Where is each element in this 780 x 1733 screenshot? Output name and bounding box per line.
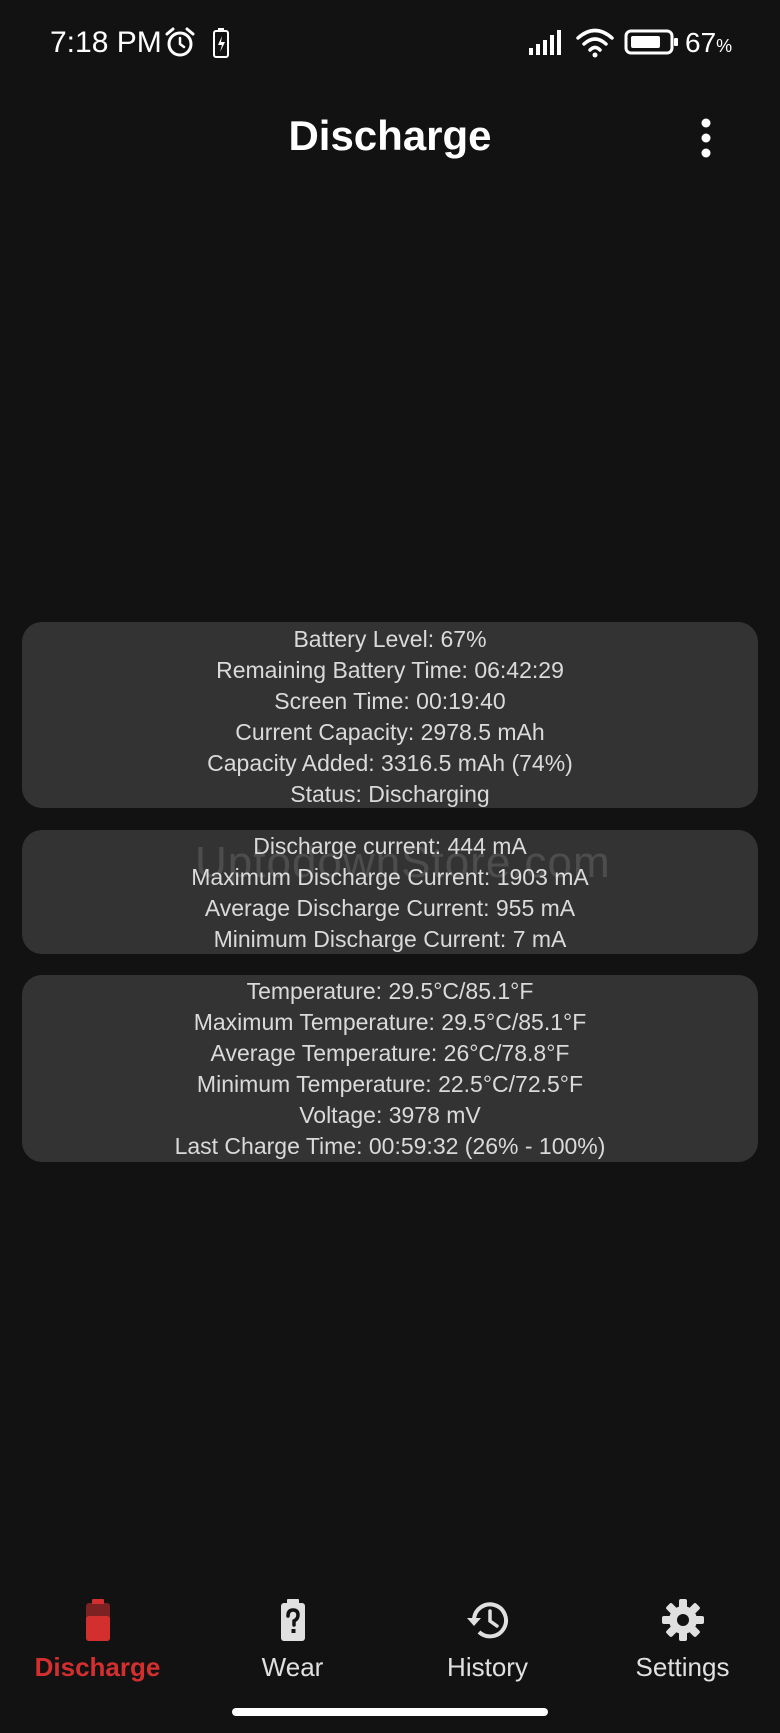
signal-icon: [529, 30, 561, 55]
battery-unknown-icon: [280, 1599, 305, 1641]
page-title: Discharge: [288, 112, 492, 159]
max-discharge-current: Maximum Discharge Current: 1903 mA: [191, 864, 589, 890]
status-time: 7:18 PM: [50, 26, 162, 59]
nav-item-history[interactable]: History: [390, 1582, 585, 1692]
min-discharge-current: Minimum Discharge Current: 7 mA: [213, 926, 567, 952]
voltage: Voltage: 3978 mV: [299, 1102, 481, 1128]
battery-level: Battery Level: 67%: [293, 626, 487, 652]
remaining-battery-time: Remaining Battery Time: 06:42:29: [216, 657, 564, 683]
nav-label-history: History: [447, 1652, 528, 1682]
battery-icon: [85, 1599, 110, 1641]
nav-label-wear: Wear: [261, 1652, 324, 1682]
nav-label-discharge: Discharge: [34, 1652, 161, 1682]
temperature: Temperature: 29.5°C/85.1°F: [246, 978, 534, 1004]
bottom-navigation: Discharge Wear History Settings: [0, 1582, 780, 1692]
last-charge-time: Last Charge Time: 00:59:32 (26% - 100%): [174, 1133, 606, 1159]
gear-icon: [661, 1599, 704, 1641]
battery-percent: 67%: [685, 27, 733, 58]
current-capacity: Current Capacity: 2978.5 mAh: [235, 719, 545, 745]
more-vert-icon[interactable]: [690, 116, 722, 160]
screen-time: Screen Time: 00:19:40: [274, 688, 506, 714]
battery-icon: [624, 29, 678, 55]
battery-status: Status: Discharging: [290, 781, 490, 807]
wifi-icon: [576, 28, 614, 58]
avg-temperature: Average Temperature: 26°C/78.8°F: [210, 1040, 570, 1066]
temperature-card: Temperature: 29.5°C/85.1°F Maximum Tempe…: [22, 975, 758, 1162]
nav-item-settings[interactable]: Settings: [585, 1582, 780, 1692]
status-bar: 7:18 PM 67%: [0, 0, 780, 90]
discharge-current-card: Discharge current: 444 mA Maximum Discha…: [22, 830, 758, 954]
avg-discharge-current: Average Discharge Current: 955 mA: [204, 895, 576, 921]
charging-icon: [213, 28, 229, 58]
max-temperature: Maximum Temperature: 29.5°C/85.1°F: [193, 1009, 587, 1035]
nav-label-settings: Settings: [635, 1652, 730, 1682]
discharge-current: Discharge current: 444 mA: [253, 833, 527, 859]
battery-info-card: Battery Level: 67% Remaining Battery Tim…: [22, 622, 758, 808]
home-indicator[interactable]: [232, 1708, 548, 1716]
min-temperature: Minimum Temperature: 22.5°C/72.5°F: [196, 1071, 584, 1097]
alarm-icon: [165, 27, 195, 57]
nav-item-wear[interactable]: Wear: [195, 1582, 390, 1692]
capacity-added: Capacity Added: 3316.5 mAh (74%): [207, 750, 573, 776]
nav-item-discharge[interactable]: Discharge: [0, 1582, 195, 1692]
history-icon: [466, 1602, 508, 1639]
